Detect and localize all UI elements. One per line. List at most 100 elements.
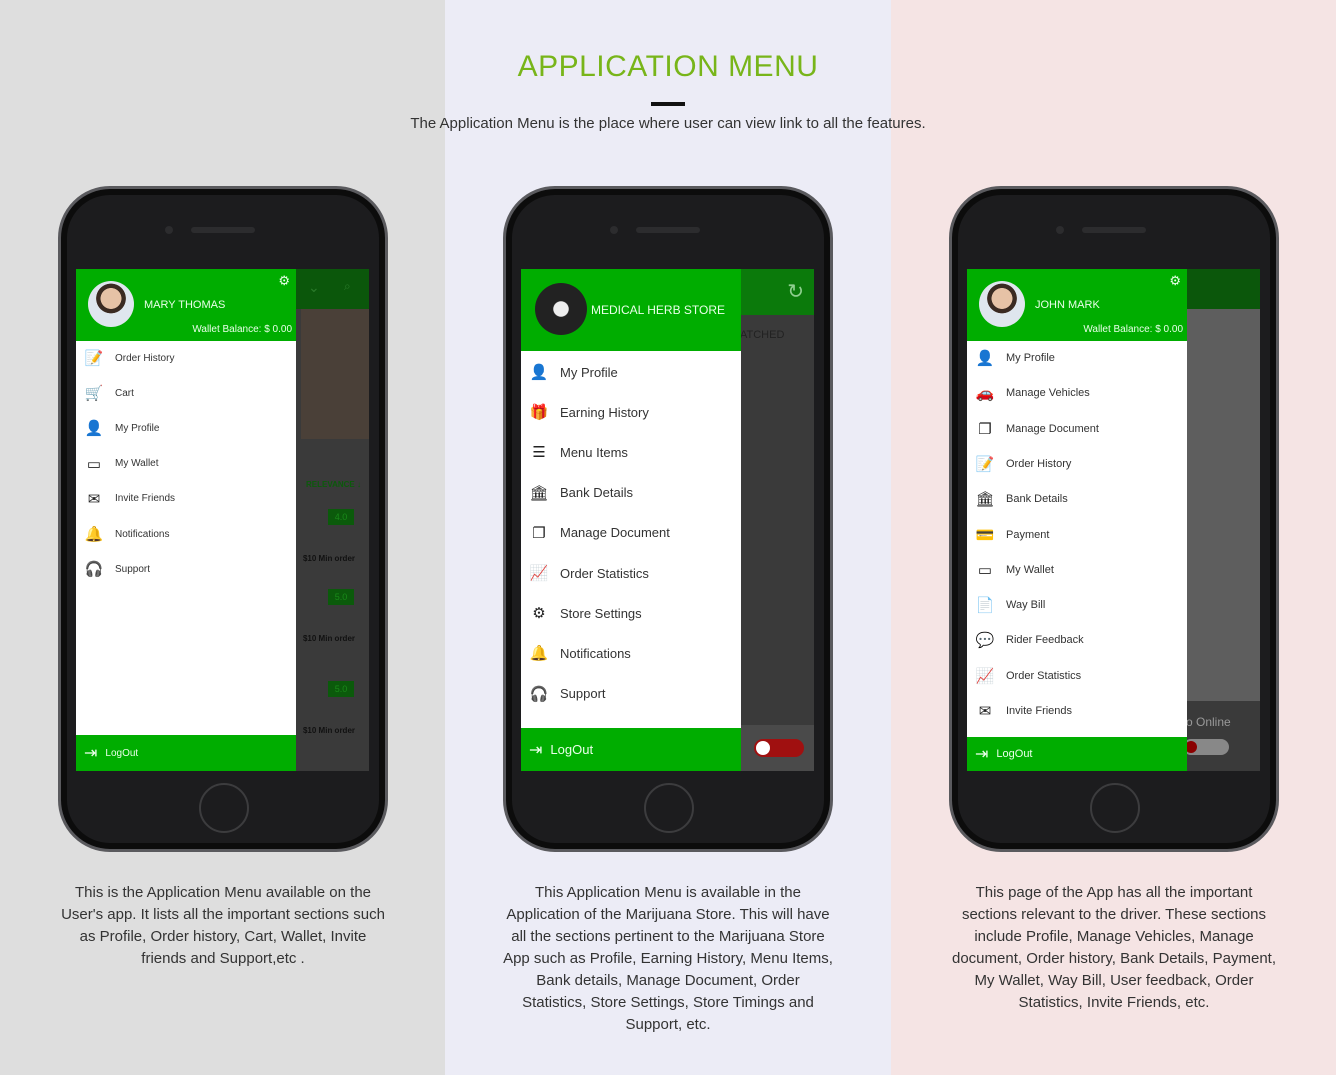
menu-item-store-settings[interactable]: ⚙ Store Settings xyxy=(521,602,741,624)
menu-item-label: Invite Friends xyxy=(1006,705,1073,717)
bill-icon: 📄 xyxy=(975,597,995,615)
car-icon: 🚗 xyxy=(975,385,995,403)
logout-icon: ⇥ xyxy=(529,741,543,759)
menu-item-label: Order Statistics xyxy=(560,565,649,581)
title-divider xyxy=(651,102,685,106)
logout-label: LogOut xyxy=(996,748,1033,760)
online-toggle[interactable] xyxy=(1183,739,1229,755)
user-name: MEDICAL HERB STORE xyxy=(591,303,726,317)
menu-item-order-statistics[interactable]: 📈 Order Statistics xyxy=(521,562,741,584)
logout-button[interactable]: ⇥ LogOut xyxy=(521,728,741,771)
menu-item-order-history[interactable]: 📝 Order History xyxy=(967,453,1187,475)
menu-item-label: Manage Document xyxy=(1006,422,1099,435)
bank-icon: 🏛 xyxy=(975,491,995,509)
wallet-icon: ▭ xyxy=(86,455,102,473)
map-view[interactable] xyxy=(1186,309,1260,701)
menu-item-way-bill[interactable]: 📄 Way Bill xyxy=(967,594,1187,616)
logout-button[interactable]: ⇥ LogOut xyxy=(967,737,1187,771)
clipboard-icon: 📝 xyxy=(84,350,104,367)
gift-icon: 🎁 xyxy=(529,404,549,422)
menu-item-label: Earning History xyxy=(560,404,649,420)
menu-item-label: Notifications xyxy=(560,645,631,661)
phone-mockup: o Online JOHN MARK Wallet Balance: $ 0.0… xyxy=(949,186,1279,852)
menu-item-menu-items[interactable]: ☰ Menu Items xyxy=(521,441,741,463)
wallet-icon: ▭ xyxy=(977,561,993,579)
menu-item-bank-details[interactable]: 🏛 Bank Details xyxy=(521,482,741,504)
menu-item-notifications[interactable]: 🔔 Notifications xyxy=(521,642,741,664)
user-name: MARY THOMAS xyxy=(144,299,226,311)
clipboard-icon: 📝 xyxy=(975,455,995,473)
menu-item-invite-friends[interactable]: ✉ Invite Friends xyxy=(967,700,1187,722)
menu-item-support[interactable]: 🎧 Support xyxy=(521,683,741,705)
menu-item-earning-history[interactable]: 🎁 Earning History xyxy=(521,401,741,423)
menu-item-label: Bank Details xyxy=(1006,493,1068,506)
logout-label: LogOut xyxy=(550,742,594,757)
page-title: APPLICATION MENU xyxy=(517,50,819,83)
user-icon: 👤 xyxy=(975,350,995,367)
rating-badge: 5.0 xyxy=(328,589,354,605)
speaker xyxy=(636,227,700,233)
go-online-label: o Online xyxy=(1186,715,1231,729)
menu-item-label: Order Statistics xyxy=(1006,669,1082,682)
online-toggle[interactable] xyxy=(754,739,804,757)
menu-item-my-wallet[interactable]: ▭ My Wallet xyxy=(76,453,296,475)
gear-icon[interactable]: ⚙ xyxy=(1169,273,1181,289)
menu-item-rider-feedback[interactable]: 💬 Rider Feedback xyxy=(967,629,1187,651)
phone-description: This is the Application Menu available o… xyxy=(61,884,385,967)
avatar xyxy=(979,281,1025,327)
chevron-down-icon[interactable]: ⌄ xyxy=(308,279,320,296)
sort-relevance[interactable]: RELEVANCE ↓ xyxy=(306,480,361,489)
refresh-icon[interactable]: ↻ xyxy=(787,279,804,304)
logout-button[interactable]: ⇥ LogOut xyxy=(76,735,296,771)
menu-item-notifications[interactable]: 🔔 Notifications xyxy=(76,523,296,545)
rating-badge: 5.0 xyxy=(328,681,354,697)
menu-item-label: My Wallet xyxy=(1006,563,1054,576)
phone-description: This Application Menu is available in th… xyxy=(503,884,833,1033)
menu-item-order-statistics[interactable]: 📈 Order Statistics xyxy=(967,665,1187,687)
menu-item-my-profile[interactable]: 👤 My Profile xyxy=(76,417,296,439)
menu-item-manage-document[interactable]: ❐ Manage Document xyxy=(521,522,741,544)
min-order-text: $10 Min order xyxy=(302,634,355,643)
document-icon: ❐ xyxy=(532,524,546,542)
menu-item-manage-vehicles[interactable]: 🚗 Manage Vehicles xyxy=(967,382,1187,404)
camera xyxy=(610,226,618,234)
menu-item-bank-details[interactable]: 🏛 Bank Details xyxy=(967,488,1187,510)
wallet-balance: Wallet Balance: $ 0.00 xyxy=(1083,324,1183,335)
menu-item-label: My Profile xyxy=(1006,352,1055,364)
avatar xyxy=(88,281,134,327)
tab-label[interactable]: ATCHED xyxy=(740,329,784,341)
menu-item-label: Store Settings xyxy=(560,605,642,621)
store-logo xyxy=(535,283,587,335)
menu-item-my-profile[interactable]: 👤 My Profile xyxy=(967,347,1187,369)
support-icon: 🎧 xyxy=(529,685,549,703)
speaker xyxy=(191,227,255,233)
menu-item-manage-document[interactable]: ❐ Manage Document xyxy=(967,418,1187,440)
home-button xyxy=(199,783,249,833)
navigation-drawer: MARY THOMAS Wallet Balance: $ 0.00 ⚙ 📝 Ord… xyxy=(76,269,296,771)
logout-icon: ⇥ xyxy=(975,746,989,763)
drawer-header: MARY THOMAS Wallet Balance: $ 0.00 ⚙ xyxy=(76,269,296,341)
menu-item-support[interactable]: 🎧 Support xyxy=(76,558,296,580)
menu-item-label: Support xyxy=(560,686,606,702)
page-subtitle: The Application Menu is the place where … xyxy=(410,115,926,132)
menu-item-invite-friends[interactable]: ✉ Invite Friends xyxy=(76,488,296,510)
search-icon[interactable]: ⌕ xyxy=(344,279,351,294)
menu-item-label: My Wallet xyxy=(115,458,159,470)
logout-label: LogOut xyxy=(105,747,139,759)
bell-icon: 🔔 xyxy=(529,645,549,663)
gear-icon[interactable]: ⚙ xyxy=(278,273,290,289)
menu-item-cart[interactable]: 🛒 Cart xyxy=(76,382,296,404)
user-icon: 👤 xyxy=(529,364,549,381)
user-icon: 👤 xyxy=(84,420,104,438)
menu-item-order-history[interactable]: 📝 Order History xyxy=(76,347,296,369)
navigation-drawer: JOHN MARK Wallet Balance: $ 0.00 ⚙ 👤 My Pr… xyxy=(967,269,1187,771)
menu-item-my-profile[interactable]: 👤 My Profile xyxy=(521,361,741,383)
menu-item-label: Rider Feedback xyxy=(1006,634,1084,647)
cart-icon: 🛒 xyxy=(84,385,104,403)
phone-screen: ⌄ ⌕ RELEVANCE ↓ 4.0 $10 Min order 5.0 $10 Mi… xyxy=(76,269,369,771)
envelope-icon: ✉ xyxy=(978,703,992,720)
phone-screen: ↻ ATCHED MEDICAL HERB STORE 👤 My Profile 🎁… xyxy=(521,269,814,771)
menu-item-my-wallet[interactable]: ▭ My Wallet xyxy=(967,559,1187,581)
menu-item-payment[interactable]: 💳 Payment xyxy=(967,524,1187,546)
drawer-header: JOHN MARK Wallet Balance: $ 0.00 ⚙ xyxy=(967,269,1187,341)
